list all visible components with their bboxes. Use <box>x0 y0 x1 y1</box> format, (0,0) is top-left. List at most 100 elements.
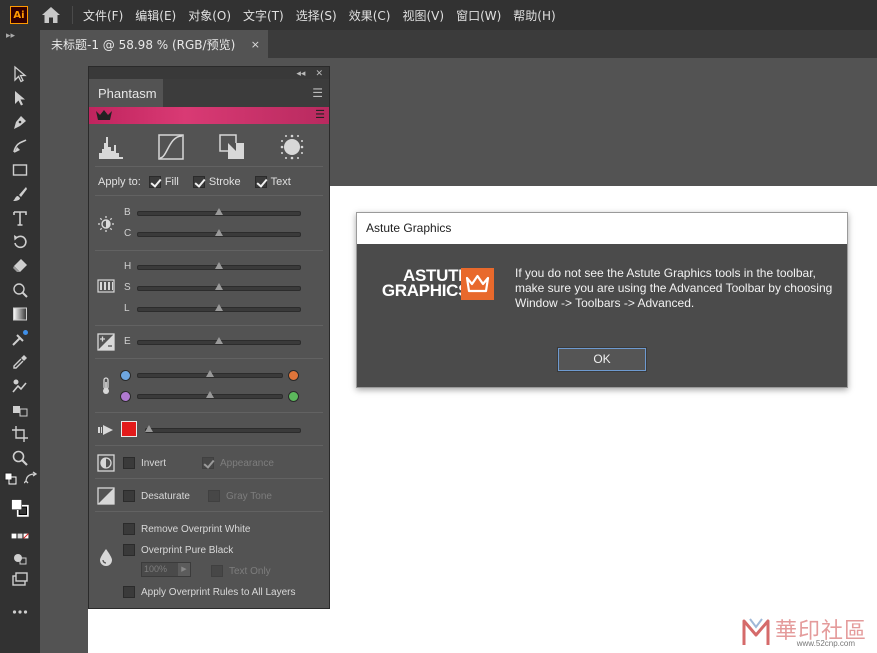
pen-tool-icon[interactable] <box>10 112 30 132</box>
overprint-pure-black-checkbox[interactable] <box>123 544 135 556</box>
tab-phantasm[interactable]: Phantasm <box>89 79 163 107</box>
curves-icon[interactable] <box>157 133 185 161</box>
brightness-slider-thumb[interactable] <box>215 208 223 215</box>
panel-divider <box>95 358 323 359</box>
panel-divider <box>95 166 323 167</box>
panel-divider <box>95 445 323 446</box>
close-icon[interactable]: × <box>251 38 260 51</box>
logo-crown-icon <box>461 268 494 300</box>
type-tool-icon[interactable] <box>10 208 30 228</box>
ok-button[interactable]: OK <box>557 347 647 372</box>
appearance-checkbox[interactable] <box>202 457 214 469</box>
menu-view[interactable]: 视图(V) <box>402 7 444 24</box>
gray-tone-checkbox[interactable] <box>208 490 220 502</box>
rectangle-tool-icon[interactable] <box>10 160 30 180</box>
panel-menu-icon[interactable]: ☰ <box>312 86 323 100</box>
exposure-slider-thumb[interactable] <box>215 337 223 344</box>
brightness-label: B <box>124 207 131 218</box>
app-logo: Ai <box>10 6 28 24</box>
mesh-tool-icon[interactable] <box>10 328 30 348</box>
accent-menu-icon[interactable]: ☰ <box>315 108 325 121</box>
default-colors-icon[interactable] <box>4 472 18 486</box>
desaturate-option[interactable]: Desaturate <box>123 490 190 502</box>
phantasm-accent-bar: ☰ <box>89 107 329 124</box>
collapse-panel-icon[interactable]: ◂◂ <box>296 68 305 79</box>
document-tab[interactable]: 未标题-1 @ 58.98 % (RGB/预览) × <box>40 30 268 58</box>
menu-file[interactable]: 文件(F) <box>83 7 123 24</box>
color-mode-icons[interactable] <box>5 530 35 542</box>
close-panel-icon[interactable]: ✕ <box>315 68 323 79</box>
crown-logo-icon <box>95 109 113 124</box>
halftone-icon[interactable] <box>278 133 306 161</box>
saturation-label: S <box>124 282 131 293</box>
chevron-right-icon[interactable]: ▶ <box>178 563 190 576</box>
threshold-icon[interactable] <box>218 133 246 161</box>
rotate-tool-icon[interactable] <box>10 232 30 252</box>
gradient-tool-icon[interactable] <box>10 304 30 324</box>
invert-checkbox[interactable] <box>123 457 135 469</box>
apply-to-row: Apply to: Fill Stroke Text <box>98 174 328 190</box>
remove-overprint-white-option[interactable]: Remove Overprint White <box>123 523 250 535</box>
temperature-slider-thumb[interactable] <box>206 370 214 377</box>
menu-edit[interactable]: 编辑(E) <box>135 7 176 24</box>
fill-stroke-swatch[interactable] <box>4 492 36 524</box>
selection-tool-icon[interactable] <box>10 64 30 84</box>
color-amount-slider-thumb[interactable] <box>145 425 153 432</box>
temperature-cool-swatch <box>120 370 131 381</box>
text-only-option[interactable]: Text Only <box>211 565 271 577</box>
swap-colors-icon[interactable] <box>24 471 38 486</box>
saturation-slider-thumb[interactable] <box>215 283 223 290</box>
text-only-checkbox[interactable] <box>211 565 223 577</box>
document-tab-title: 未标题-1 @ 58.98 % (RGB/预览) <box>51 37 236 52</box>
zoom-tool-icon[interactable] <box>10 448 30 468</box>
apply-stroke-checkbox[interactable] <box>192 176 205 188</box>
overprint-pure-black-option[interactable]: Overprint Pure Black <box>123 544 233 556</box>
paintbrush-tool-icon[interactable] <box>10 184 30 204</box>
tint-green-swatch <box>288 391 299 402</box>
curvature-tool-icon[interactable] <box>10 136 30 156</box>
menu-object[interactable]: 对象(O) <box>188 7 231 24</box>
levels-icon[interactable] <box>97 133 125 161</box>
direct-selection-tool-icon[interactable] <box>10 88 30 108</box>
apply-fill-checkbox[interactable] <box>148 176 161 188</box>
eyedropper-tool-icon[interactable] <box>10 352 30 372</box>
apply-fill-label: Fill <box>164 176 179 188</box>
exposure-label: E <box>124 336 131 347</box>
artboard-tool-icon[interactable] <box>10 424 30 444</box>
dialog-title: Astute Graphics <box>357 213 847 244</box>
menu-window[interactable]: 窗口(W) <box>456 7 501 24</box>
gray-tone-option[interactable]: Gray Tone <box>208 490 272 502</box>
contrast-slider-thumb[interactable] <box>215 229 223 236</box>
apply-overprint-rules-checkbox[interactable] <box>123 586 135 598</box>
warp-tool-icon[interactable] <box>10 280 30 300</box>
watermark-url: www.52cnp.com <box>796 639 855 648</box>
blend-tool-icon[interactable] <box>10 376 30 396</box>
invert-icon <box>97 454 115 472</box>
tools-panel: ▸▸ <box>0 30 40 653</box>
appearance-option[interactable]: Appearance <box>202 457 274 469</box>
menu-help[interactable]: 帮助(H) <box>513 7 555 24</box>
remove-overprint-white-checkbox[interactable] <box>123 523 135 535</box>
gray-tone-label: Gray Tone <box>226 490 272 502</box>
symbol-sprayer-tool-icon[interactable] <box>10 400 30 420</box>
apply-overprint-rules-option[interactable]: Apply Overprint Rules to All Layers <box>123 586 296 598</box>
eraser-tool-icon[interactable] <box>10 256 30 276</box>
menu-select[interactable]: 选择(S) <box>296 7 337 24</box>
watermark: 華印社區 www.52cnp.com <box>741 613 871 651</box>
more-tools-icon[interactable] <box>10 602 30 622</box>
home-icon[interactable] <box>40 4 62 26</box>
hue-slider-thumb[interactable] <box>215 262 223 269</box>
screen-mode-icon[interactable] <box>10 570 30 590</box>
menu-type[interactable]: 文字(T) <box>243 7 284 24</box>
overprint-percent-field[interactable]: 100% ▶ <box>141 562 191 577</box>
target-color-swatch[interactable] <box>121 421 137 437</box>
menu-effect[interactable]: 效果(C) <box>349 7 391 24</box>
color-amount-slider[interactable] <box>145 428 301 433</box>
tint-slider-thumb[interactable] <box>206 391 214 398</box>
invert-option[interactable]: Invert <box>123 457 166 469</box>
lightness-slider-thumb[interactable] <box>215 304 223 311</box>
apply-text-checkbox[interactable] <box>254 176 267 188</box>
drawing-modes-icon[interactable] <box>10 548 30 568</box>
toolbar-grip-icon[interactable]: ▸▸ <box>0 30 40 44</box>
desaturate-checkbox[interactable] <box>123 490 135 502</box>
